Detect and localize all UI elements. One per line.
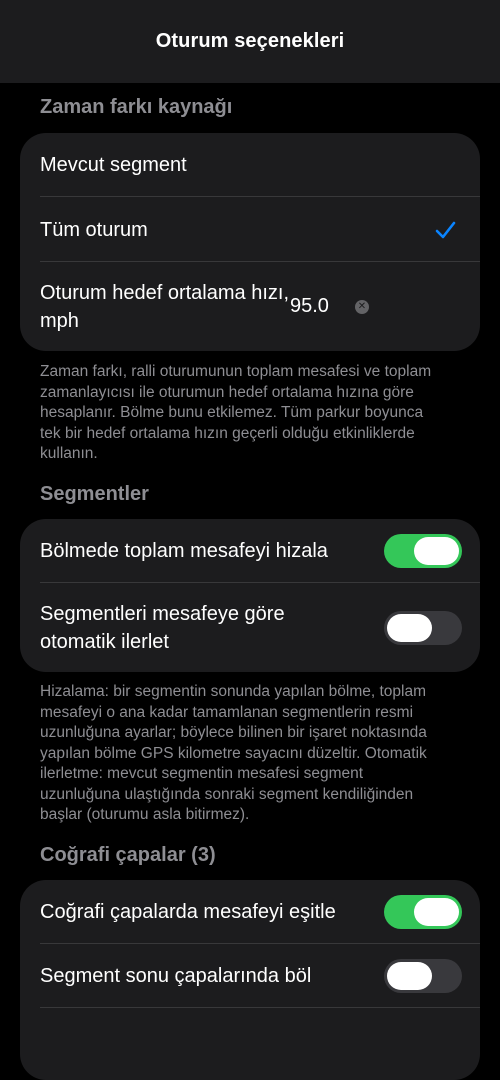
option-whole-session[interactable]: Tüm oturum — [20, 197, 480, 262]
time-offset-source-card: Mevcut segment Tüm oturum Oturum hedef o… — [20, 133, 480, 351]
option-current-segment-label: Mevcut segment — [40, 154, 187, 176]
toggle-knob — [414, 536, 459, 565]
segments-footer: Hizalama: bir segmentin sonunda yapılan … — [40, 683, 427, 823]
equalize-distance-toggle[interactable] — [384, 894, 462, 929]
align-distance-toggle[interactable] — [384, 533, 462, 568]
auto-advance-label: Segmentleri mesafeye göre otomatik ilerl… — [40, 602, 285, 653]
section-header-segments: Segmentler — [40, 483, 149, 505]
equalize-distance-row: Coğrafi çapalarda mesafeyi eşitle — [20, 880, 480, 943]
geo-anchors-card: Coğrafi çapalarda mesafeyi eşitle Segmen… — [20, 880, 480, 1080]
section-header-time-offset-source: Zaman farkı kaynağı — [40, 96, 233, 118]
clear-icon[interactable]: ✕ — [354, 299, 369, 314]
toggle-knob — [387, 961, 432, 990]
checkmark-icon — [435, 221, 456, 238]
target-speed-row: Oturum hedef ortalama hızı, mph 95.0 ✕ — [20, 262, 480, 351]
target-speed-label: Oturum hedef ortalama hızı, mph — [40, 281, 290, 332]
align-distance-row: Bölmede toplam mesafeyi hizala — [20, 519, 480, 582]
auto-advance-row: Segmentleri mesafeye göre otomatik ilerl… — [20, 583, 480, 672]
segments-card: Bölmede toplam mesafeyi hizala Segmentle… — [20, 519, 480, 672]
split-at-anchors-row: Segment sonu çapalarında böl — [20, 944, 480, 1007]
option-current-segment[interactable]: Mevcut segment — [20, 133, 480, 197]
auto-advance-toggle[interactable] — [384, 610, 462, 645]
time-offset-source-footer: Zaman farkı, ralli oturumunun toplam mes… — [40, 363, 432, 462]
section-header-geo-anchors: Coğrafi çapalar (3) — [40, 844, 216, 866]
page-title: Oturum seçenekleri — [155, 30, 345, 52]
toggle-knob — [387, 613, 432, 642]
target-speed-input[interactable]: 95.0 — [290, 295, 329, 318]
option-whole-session-label: Tüm oturum — [40, 218, 148, 241]
split-at-anchors-toggle[interactable] — [384, 958, 462, 993]
toggle-knob — [414, 897, 459, 926]
divider — [40, 1007, 480, 1008]
navigation-bar: Oturum seçenekleri — [0, 0, 500, 83]
